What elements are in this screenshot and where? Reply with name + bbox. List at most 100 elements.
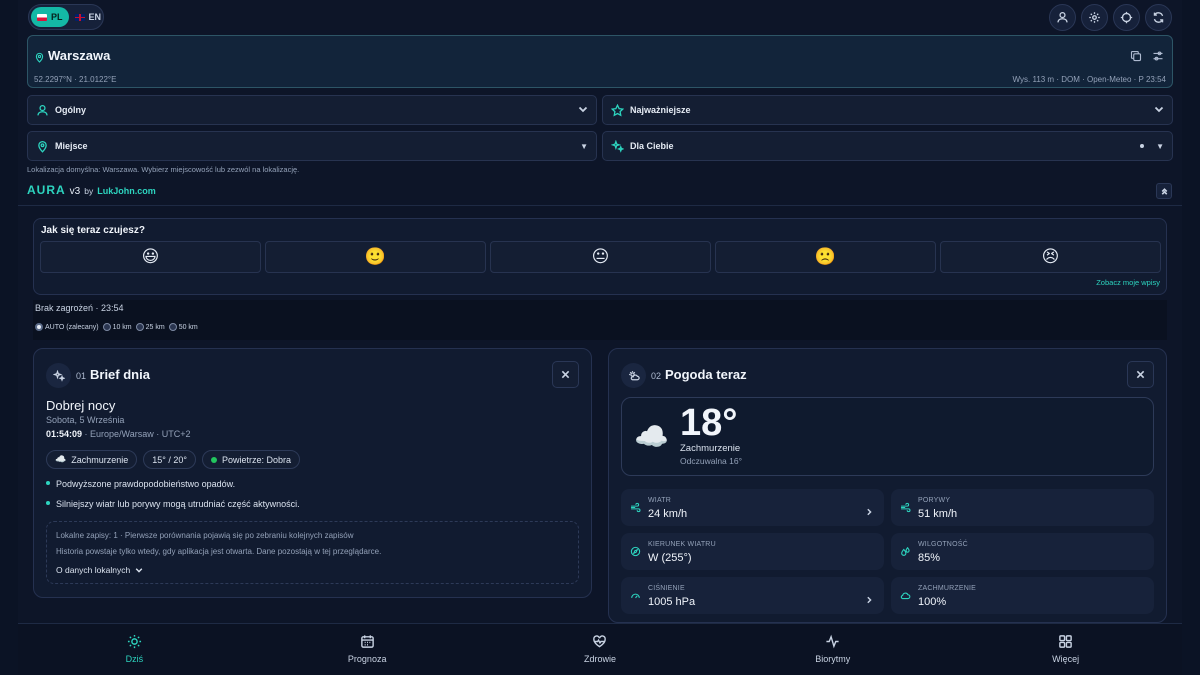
tile-label: WILGOTNOŚĆ: [918, 541, 968, 548]
mood-question: Jak się teraz czujesz?: [41, 225, 145, 236]
wind-icon: [631, 502, 641, 513]
calendar-icon: [360, 635, 374, 648]
gear-icon: [1089, 12, 1100, 23]
location-hint: Lokalizacja domyślna: Warszawa. Wybierz …: [27, 165, 300, 174]
greeting: Dobrej nocy: [46, 398, 116, 413]
copy-button[interactable]: [1130, 49, 1142, 67]
radius-auto-radio[interactable]: AUTO (zalecany): [35, 323, 99, 331]
current-weather-panel: ☁️ 18° Zachmurzenie Odczuwalna 16°: [621, 397, 1154, 476]
local-history-info: Historia powstaje tylko wtedy, gdy aplik…: [56, 547, 382, 556]
air-status-dot: [210, 456, 217, 463]
local-data-toggle[interactable]: O danych lokalnych: [56, 565, 143, 575]
user-icon: [37, 104, 48, 115]
tile-value: 24 km/h: [648, 508, 688, 520]
map-pin-icon: [38, 140, 47, 153]
chevrons-up-icon: [1161, 187, 1167, 195]
star-icon: [611, 103, 624, 117]
for-you-select-value: Dla Ciebie: [630, 141, 674, 151]
brand-bar: AURA v3 by LukJohn.com: [27, 183, 156, 197]
refresh-button[interactable]: [1145, 4, 1172, 31]
close-card-button[interactable]: [1127, 361, 1154, 388]
weather-now-card: 02 Pogoda teraz ☁️ 18° Zachmurzenie Odcz…: [608, 348, 1167, 623]
close-card-button[interactable]: [552, 361, 579, 388]
cloud-icon: [900, 592, 911, 600]
radius-options: AUTO (zalecany) 10 km 25 km 50 km: [35, 323, 198, 331]
cloud-icon: ☁️: [55, 454, 67, 464]
radius-25-radio[interactable]: 25 km: [135, 323, 165, 331]
card-title: Brief dnia: [90, 367, 150, 382]
nav-forecast[interactable]: Prognoza: [251, 624, 484, 675]
brief-card: 01 Brief dnia Dobrej nocy Sobota, 5 Wrze…: [33, 348, 592, 598]
crosshair-icon: [1120, 11, 1133, 24]
nav-today-label: Dziś: [125, 654, 144, 664]
radius-50-radio[interactable]: 50 km: [168, 323, 198, 331]
caret-down-icon: ▼: [1156, 141, 1164, 151]
brand-link[interactable]: LukJohn.com: [97, 186, 156, 196]
bullet-dot: [46, 501, 50, 505]
brand-by: by: [84, 186, 94, 196]
humidity-tile: WILGOTNOŚĆ 85%: [891, 533, 1154, 570]
nav-today[interactable]: Dziś: [18, 624, 251, 675]
uk-flag-icon: [74, 13, 85, 21]
bottom-nav: Dziś Prognoza Zdrowie Biorytmy Więcej: [18, 623, 1182, 675]
radius-10-radio[interactable]: 10 km: [102, 323, 132, 331]
status-dot: [1140, 144, 1145, 148]
mood-very-good-button[interactable]: 😃: [40, 241, 261, 273]
see-entries-link[interactable]: Zobacz moje wpisy: [1096, 278, 1160, 287]
priority-select[interactable]: Najważniejsze: [602, 95, 1173, 125]
profile-select[interactable]: Ogólny: [27, 95, 597, 125]
tile-label: ZACHMURZENIE: [918, 585, 977, 592]
bullet-text: Podwyższone prawdopodobieństwo opadów.: [56, 479, 236, 489]
weather-icon-badge: [621, 363, 646, 388]
card-title: Pogoda teraz: [665, 367, 747, 382]
profile-select-value: Ogólny: [55, 105, 86, 115]
brief-bullet: Silniejszy wiatr lub porywy mogą utrudni…: [46, 499, 300, 509]
radio-checked-icon: [35, 323, 43, 331]
air-chip-label: Powietrze: Dobra: [221, 454, 292, 465]
nav-health[interactable]: Zdrowie: [484, 624, 717, 675]
lang-pl-button[interactable]: PL: [31, 7, 69, 27]
radius-25-label: 25 km: [145, 323, 165, 331]
chevron-right-icon: [865, 503, 873, 521]
nav-health-label: Zdrowie: [583, 654, 616, 664]
mood-very-bad-button[interactable]: 😣: [940, 241, 1161, 273]
lang-en-button[interactable]: EN: [69, 7, 108, 27]
temps-chip: 15° / 20°: [143, 450, 196, 469]
mood-good-button[interactable]: 🙂: [265, 241, 486, 273]
nav-biorhythm[interactable]: Biorytmy: [716, 624, 949, 675]
brand-version: v3: [69, 186, 81, 197]
mood-bad-button[interactable]: 🙁: [715, 241, 936, 273]
droplets-icon: [901, 546, 910, 556]
cloud-cover-tile: ZACHMURZENIE 100%: [891, 577, 1154, 614]
wind-icon: [901, 502, 911, 513]
nav-more-label: Więcej: [1052, 654, 1080, 664]
chevron-down-icon: [1154, 104, 1164, 116]
tile-label: PORYWY: [918, 497, 951, 504]
poland-flag-icon: [37, 13, 47, 21]
profile-button[interactable]: [1049, 4, 1076, 31]
mood-neutral-button[interactable]: 😐: [490, 241, 711, 273]
collapse-header-button[interactable]: [1156, 183, 1172, 199]
current-temperature: 18°: [680, 402, 738, 444]
mood-check-card: Jak się teraz czujesz? 😃 🙂 😐 🙁 😣 Zobacz …: [33, 218, 1167, 295]
tile-value: 1005 hPa: [648, 596, 696, 608]
location-settings-button[interactable]: [1152, 49, 1164, 67]
gauge-icon: [631, 593, 640, 599]
mood-options: 😃 🙂 😐 🙁 😣: [40, 241, 1161, 273]
alerts-strip: Brak zagrożeń · 23:54 AUTO (zalecany) 10…: [33, 300, 1167, 340]
tile-value: W (255°): [648, 552, 692, 564]
chevron-right-icon: [865, 591, 873, 609]
for-you-select[interactable]: Dla Ciebie ▼: [602, 131, 1173, 161]
locate-button[interactable]: [1113, 4, 1140, 31]
sun-cloud-icon: [628, 370, 640, 380]
brief-chips: ☁️ Zachmurzenie 15° / 20° Powietrze: Dobr…: [46, 450, 301, 469]
activity-icon: [826, 634, 839, 649]
place-select[interactable]: Miejsce ▼: [27, 131, 597, 161]
nav-more[interactable]: Więcej: [949, 624, 1182, 675]
pressure-tile[interactable]: CIŚNIENIE 1005 hPa: [621, 577, 884, 614]
settings-button[interactable]: [1081, 4, 1108, 31]
chevron-down-icon: [578, 104, 588, 116]
wind-tile[interactable]: WIATR 24 km/h: [621, 489, 884, 526]
sky-chip: ☁️ Zachmurzenie: [46, 450, 138, 469]
map-pin-icon: [34, 50, 45, 68]
